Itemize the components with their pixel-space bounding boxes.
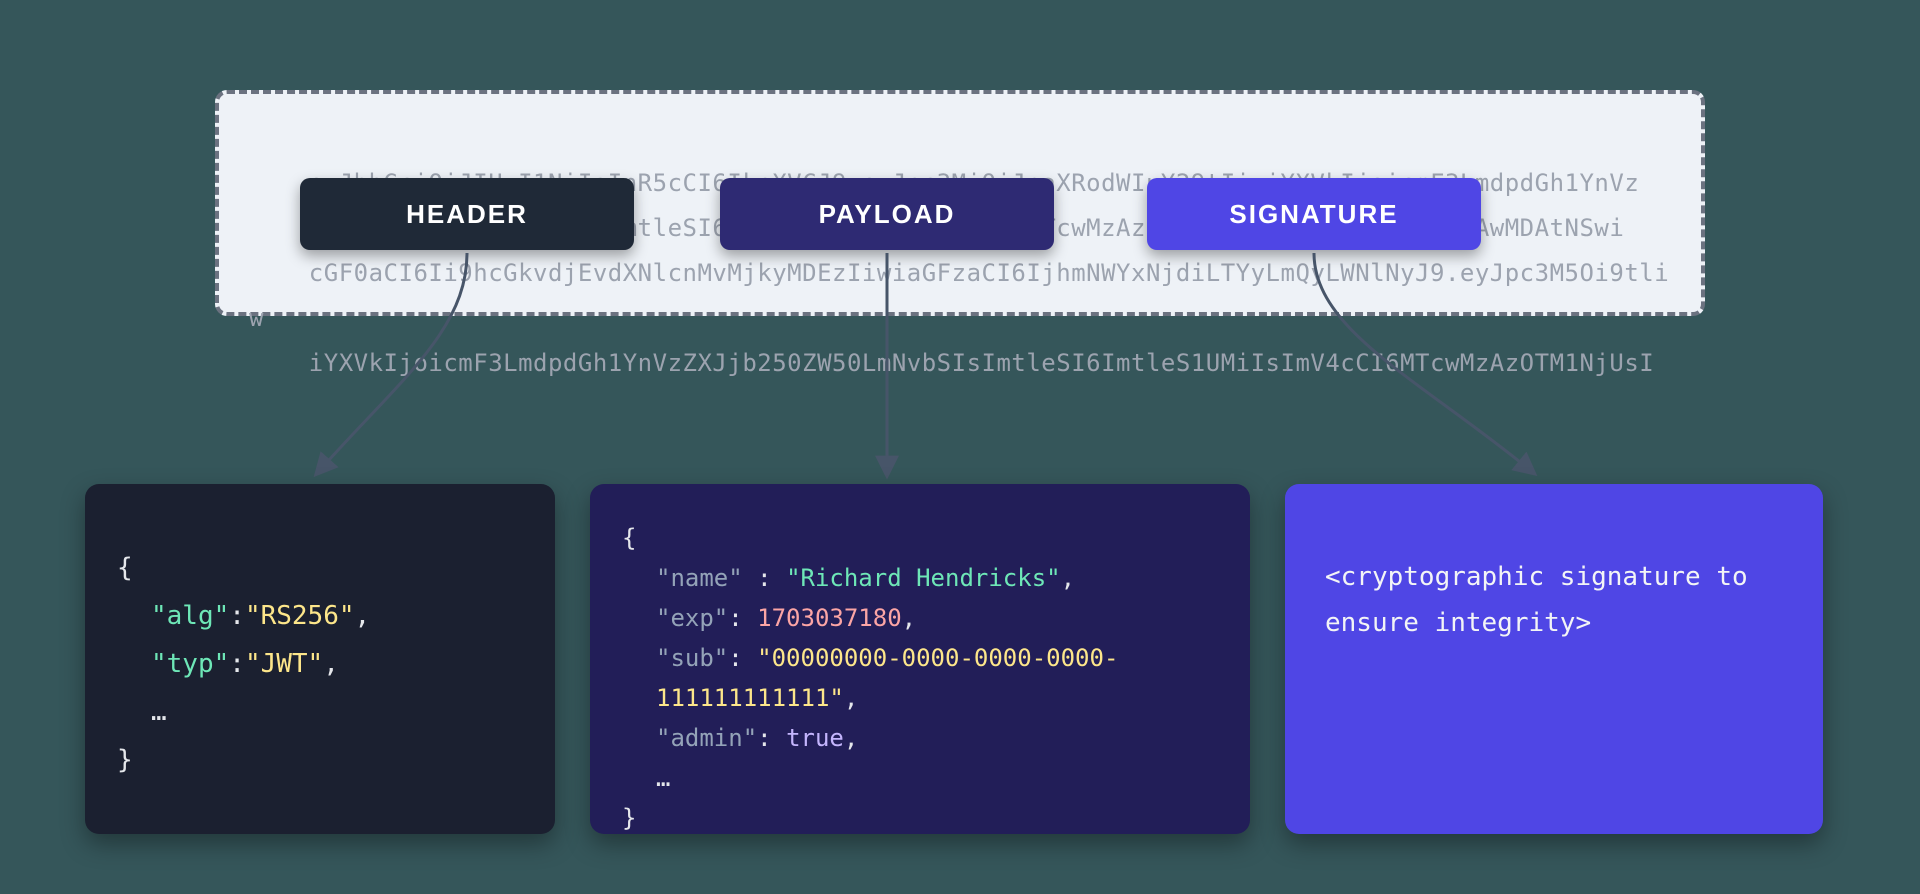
brace-open: { (117, 553, 133, 583)
header-alg-row: "alg":"RS256", (117, 592, 523, 640)
payload-admin-key: "admin" (656, 724, 757, 752)
payload-sub-row: "sub": "00000000-0000-0000-0000-11111111… (622, 638, 1218, 718)
payload-name-value: "Richard Hendricks" (786, 564, 1061, 592)
signature-label: SIGNATURE (1147, 178, 1481, 250)
colon: : (757, 724, 771, 752)
comma: , (844, 684, 858, 712)
colon: : (229, 649, 245, 679)
header-typ-value: "JWT" (245, 649, 323, 679)
header-alg-value: "RS256" (245, 601, 355, 631)
comma: , (902, 604, 916, 632)
colon: : (743, 564, 786, 592)
colon: : (229, 601, 245, 631)
token-line-3: cGF0aCI6Ii9hcGkvdjEvdXNlcnMvMjkyMDEzIiwi… (249, 259, 1669, 332)
comma: , (323, 649, 339, 679)
header-label-text: HEADER (406, 199, 528, 230)
header-ellipsis: … (117, 688, 523, 736)
comma: , (355, 601, 371, 631)
token-line-4: iYXVkIjoicmF3LmdpdGh1YnVzZXJjb250ZW50LmN… (309, 349, 1654, 377)
payload-sub-key: "sub" (656, 644, 728, 672)
colon: : (728, 644, 742, 672)
comma: , (1061, 564, 1075, 592)
header-typ-row: "typ":"JWT", (117, 640, 523, 688)
brace-close: } (117, 745, 133, 775)
payload-admin-value: true (786, 724, 844, 752)
header-decoded-panel: { "alg":"RS256", "typ":"JWT", … } (85, 484, 555, 834)
signature-panel: <cryptographic signature to ensure integ… (1285, 484, 1823, 834)
colon: : (728, 604, 742, 632)
header-label: HEADER (300, 178, 634, 250)
comma: , (844, 724, 858, 752)
payload-decoded-panel: { "name" : "Richard Hendricks", "exp": 1… (590, 484, 1250, 834)
payload-exp-row: "exp": 1703037180, (622, 598, 1218, 638)
header-typ-key: "typ" (151, 649, 229, 679)
payload-name-key: "name" (656, 564, 743, 592)
payload-ellipsis: … (622, 758, 1218, 798)
payload-label: PAYLOAD (720, 178, 1054, 250)
signature-text: <cryptographic signature to ensure integ… (1325, 562, 1748, 638)
payload-exp-value: 1703037180 (757, 604, 902, 632)
brace-open: { (622, 524, 636, 552)
payload-admin-row: "admin": true, (622, 718, 1218, 758)
brace-close: } (622, 804, 636, 832)
jwt-token-text: eyJhbGciOiJIUzI1NiIsInR5cCI6IkpXVCJ9.eyJ… (249, 116, 1671, 431)
payload-exp-key: "exp" (656, 604, 728, 632)
payload-name-row: "name" : "Richard Hendricks", (622, 558, 1218, 598)
signature-label-text: SIGNATURE (1229, 199, 1398, 230)
payload-label-text: PAYLOAD (819, 199, 956, 230)
header-alg-key: "alg" (151, 601, 229, 631)
